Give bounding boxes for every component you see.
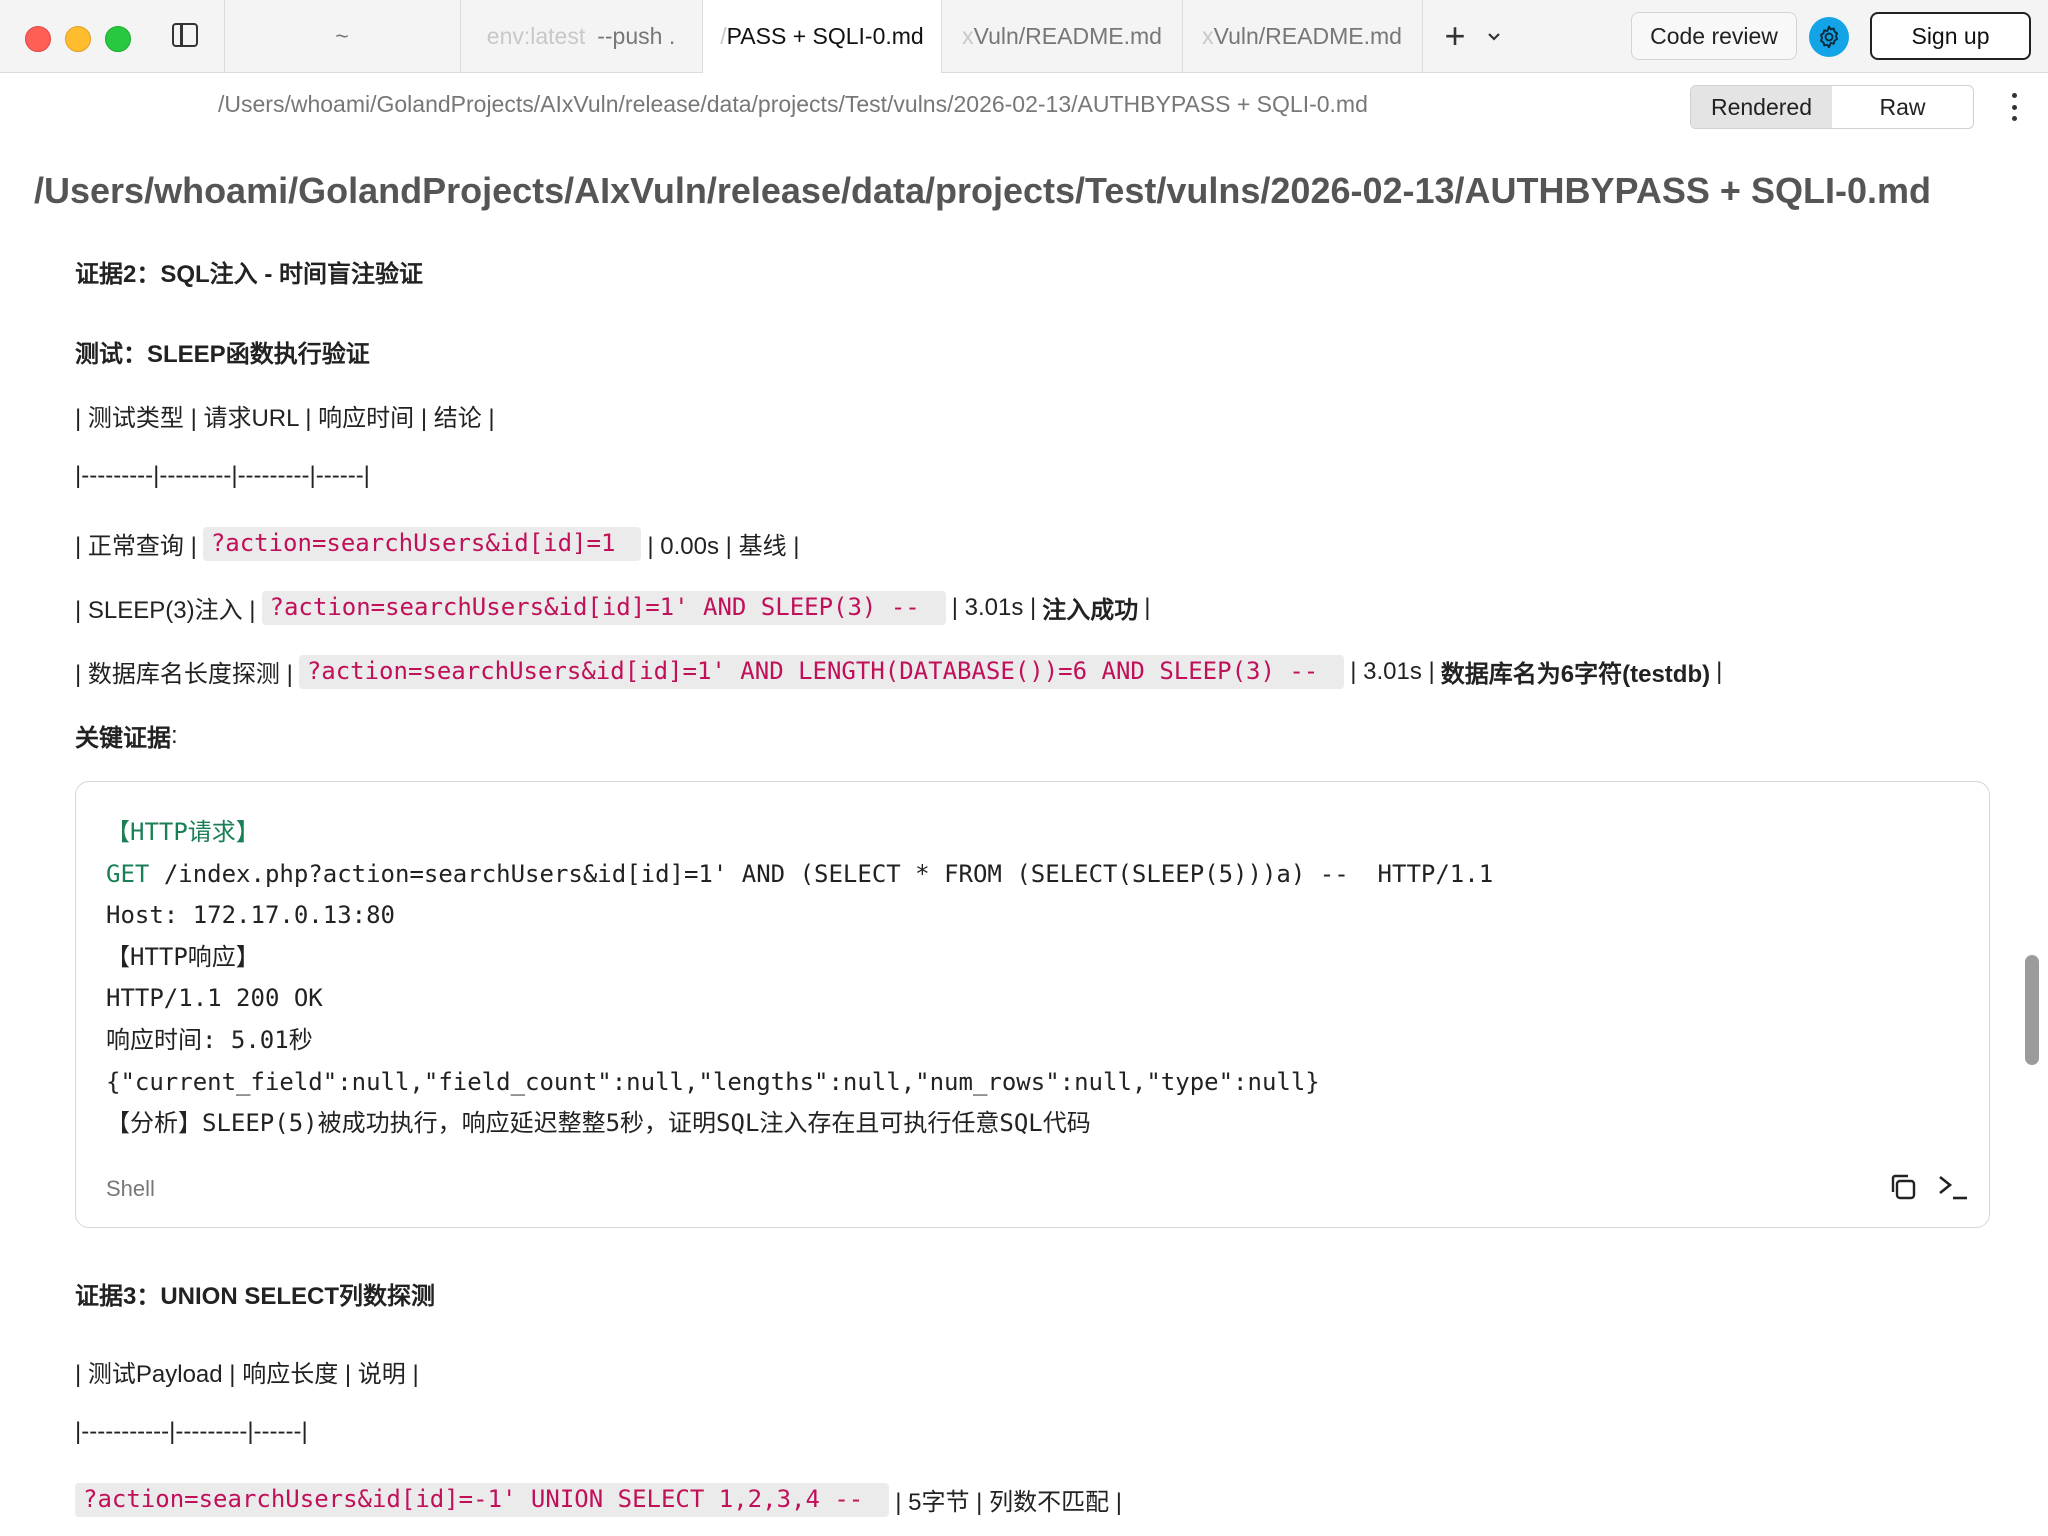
table1-header: | 测试类型 | 请求URL | 响应时间 | 结论 | <box>75 405 495 432</box>
tab-bar: ~ env:latest --push . / PASS + SQLI-0.md… <box>0 0 2048 73</box>
scrollbar-thumb[interactable] <box>2025 955 2039 1065</box>
inline-code: ?action=searchUsers&id[id]=-1' UNION SEL… <box>75 1482 890 1517</box>
tab-label: ~ <box>335 22 349 49</box>
row-cell: | SLEEP(3)注入 | <box>75 597 256 624</box>
evidence2-heading: 证据2：SQL注入 - 时间盲注验证 <box>75 254 423 289</box>
sign-up-button[interactable]: Sign up <box>1870 12 2031 60</box>
row-cell: | 3.01s | <box>951 593 1037 621</box>
row-cell: | 正常查询 | <box>75 533 197 560</box>
tab-label: --push . <box>597 22 676 49</box>
tab-list-button[interactable] <box>1484 22 1504 50</box>
row-cell: | 5字节 | 列数不匹配 | <box>895 1489 1122 1516</box>
tab-readme-1[interactable]: x Vuln/README.md <box>942 0 1182 72</box>
file-path-bar: /Users/whoami/GolandProjects/AIxVuln/rel… <box>0 73 2048 139</box>
row-cell: | 0.00s | 基线 | <box>647 533 800 560</box>
table-row: | 数据库名长度探测 | ?action=searchUsers&id[id]=… <box>75 654 1722 689</box>
code-content[interactable]: 【HTTP请求】 GET /index.php?action=searchUse… <box>106 812 1493 1145</box>
code-line: {"current_field":null,"field_count":null… <box>106 1067 1320 1096</box>
http-method: GET <box>106 859 150 888</box>
plus-icon: + <box>1444 15 1466 56</box>
code-block: 【HTTP请求】 GET /index.php?action=searchUse… <box>75 781 1990 1228</box>
test-heading: 测试：SLEEP函数执行验证 <box>75 334 370 369</box>
rendered-view-button[interactable]: Rendered <box>1691 86 1832 128</box>
request-path: /index.php?action=searchUsers&id[id]=1' … <box>163 859 1494 888</box>
tab-docker-push[interactable]: env:latest --push . <box>460 0 702 72</box>
inline-code: ?action=searchUsers&id[id]=1' AND SLEEP(… <box>261 590 946 625</box>
code-line: Host: 172.17.0.13:80 <box>106 901 395 930</box>
code-language-label: Shell <box>106 1176 155 1201</box>
tab-divider <box>1422 0 1423 72</box>
table2-divider: |-----------|---------|------| <box>75 1418 308 1445</box>
terminal-icon[interactable] <box>1936 1170 1970 1204</box>
code-line: 【HTTP响应】 <box>106 942 260 971</box>
code-line: 【HTTP请求】 <box>106 818 260 846</box>
tab-readme-2[interactable]: x Vuln/README.md <box>1182 0 1422 72</box>
sidebar-toggle-icon[interactable] <box>172 23 198 47</box>
key-evidence-label: 关键证据 : <box>75 718 178 753</box>
raw-view-button[interactable]: Raw <box>1832 86 1973 128</box>
chevron-down-icon <box>1488 33 1500 41</box>
row-conclusion: 数据库名为6字符(testdb) <box>1440 661 1711 688</box>
minimize-window-button[interactable] <box>65 26 91 52</box>
document-title: /Users/whoami/GolandProjects/AIxVuln/rel… <box>34 170 1931 211</box>
row-cell: | <box>1716 657 1723 685</box>
code-line: 响应时间: 5.01秒 <box>106 1025 313 1054</box>
heading-text: 证据2：SQL注入 - 时间盲注验证 <box>75 261 424 288</box>
new-tab-button[interactable]: + <box>1440 18 1470 54</box>
copy-icon[interactable] <box>1888 1172 1918 1202</box>
view-mode-toggle: Rendered Raw <box>1690 85 1974 129</box>
code-review-button[interactable]: Code review <box>1631 12 1797 60</box>
inline-code: ?action=searchUsers&id[id]=1 <box>202 526 642 561</box>
more-vertical-icon[interactable] <box>2004 87 2024 127</box>
code-line: HTTP/1.1 200 OK <box>106 984 323 1013</box>
zoom-window-button[interactable] <box>105 26 131 52</box>
evidence3-heading: 证据3：UNION SELECT列数探测 <box>75 1276 435 1311</box>
table-row: | 正常查询 | ?action=searchUsers&id[id]=1 | … <box>75 526 799 561</box>
close-window-button[interactable] <box>25 26 51 52</box>
tab-label: Vuln/README.md <box>1213 22 1402 49</box>
tab-label: Vuln/README.md <box>973 22 1162 49</box>
markdown-content: /Users/whoami/GolandProjects/AIxVuln/rel… <box>0 140 2048 1536</box>
gear-icon <box>1819 25 1839 49</box>
inline-code: ?action=searchUsers&id[id]=1' AND LENGTH… <box>298 654 1345 689</box>
tab-label-prefix: x <box>962 22 974 49</box>
key-evidence-colon: : <box>171 721 178 749</box>
heading-text: 测试：SLEEP函数执行验证 <box>75 341 370 368</box>
heading-text: 证据3：UNION SELECT列数探测 <box>75 1283 436 1310</box>
settings-button[interactable] <box>1809 17 1849 57</box>
code-line: 【分析】SLEEP(5)被成功执行，响应延迟整整5秒，证明SQL注入存在且可执行… <box>106 1109 1091 1138</box>
table-row: | SLEEP(3)注入 | ?action=searchUsers&id[id… <box>75 590 1150 625</box>
tab-label-prefix: x <box>1202 22 1214 49</box>
tab-authbypass-sqli[interactable]: / PASS + SQLI-0.md <box>702 0 942 73</box>
table1-divider: |---------|---------|---------|------| <box>75 462 370 489</box>
file-path: /Users/whoami/GolandProjects/AIxVuln/rel… <box>218 91 1368 117</box>
row-cell: | 3.01s | <box>1350 657 1435 685</box>
key-evidence-text: 关键证据 <box>75 725 171 752</box>
row-conclusion: 注入成功 <box>1042 597 1139 624</box>
table2-header: | 测试Payload | 响应长度 | 说明 | <box>75 1361 419 1388</box>
row-cell: | 数据库名长度探测 | <box>75 661 293 688</box>
table-row: ?action=searchUsers&id[id]=-1' UNION SEL… <box>75 1482 1122 1517</box>
row-cell: | <box>1144 593 1151 621</box>
app-window: ~ env:latest --push . / PASS + SQLI-0.md… <box>0 0 2048 1536</box>
tab-label-prefix: env:latest <box>486 22 586 49</box>
tab-home[interactable]: ~ <box>224 0 460 72</box>
code-line: GET /index.php?action=searchUsers&id[id]… <box>106 854 1493 896</box>
tab-label: PASS + SQLI-0.md <box>726 23 924 49</box>
